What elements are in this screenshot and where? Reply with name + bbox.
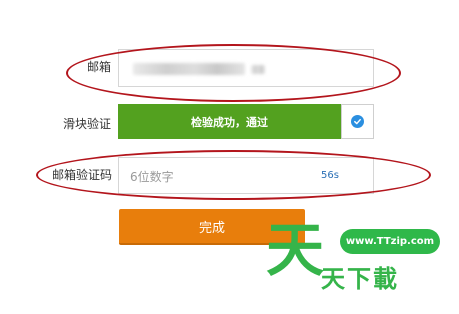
slider-label: 滑块验证 bbox=[63, 117, 112, 131]
check-icon bbox=[351, 115, 364, 128]
annotation-oval-email bbox=[66, 44, 401, 102]
annotation-oval-code bbox=[36, 150, 431, 200]
watermark-url: www.TTzip.com bbox=[340, 229, 440, 254]
submit-button-label: 完成 bbox=[198, 220, 225, 236]
watermark-logo-char: 天 bbox=[266, 216, 325, 284]
slider-verify-track[interactable]: 检验成功，通过 bbox=[118, 104, 341, 139]
watermark-text: 天下載 bbox=[321, 265, 399, 293]
slider-handle[interactable] bbox=[341, 104, 374, 139]
slider-status-text: 检验成功，通过 bbox=[191, 115, 268, 129]
